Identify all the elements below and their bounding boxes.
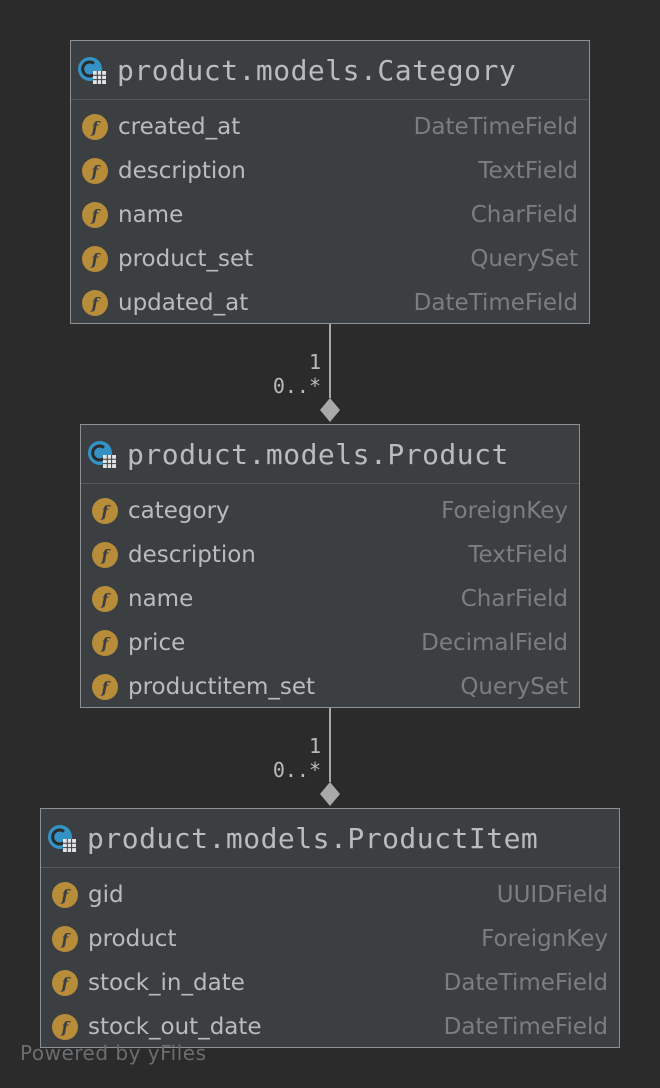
field-type: CharField	[470, 202, 578, 228]
field-icon: f	[52, 970, 78, 996]
field-icon: f	[82, 202, 108, 228]
field-name: updated_at	[118, 290, 249, 316]
field-name: created_at	[118, 114, 241, 140]
field-type: DateTimeField	[413, 114, 578, 140]
field-row[interactable]: f description TextField	[81, 533, 579, 577]
field-name: price	[128, 630, 186, 656]
field-icon: f	[92, 498, 118, 524]
field-icon: f	[92, 542, 118, 568]
multiplicity-label-one: 1	[308, 734, 321, 758]
field-icon: f	[92, 674, 118, 700]
class-node-productitem[interactable]: product.models.ProductItem f gid UUIDFie…	[40, 808, 620, 1048]
field-name: name	[118, 202, 184, 228]
field-type: DateTimeField	[443, 1014, 608, 1040]
field-icon: f	[82, 290, 108, 316]
class-header: product.models.Category	[71, 41, 589, 100]
field-row[interactable]: f product ForeignKey	[41, 917, 619, 961]
field-name: name	[128, 586, 194, 612]
field-type: QuerySet	[460, 674, 568, 700]
field-icon: f	[82, 246, 108, 272]
field-row[interactable]: f product_set QuerySet	[71, 237, 589, 281]
field-name: product	[88, 926, 177, 952]
class-node-category[interactable]: product.models.Category f created_at Dat…	[70, 40, 590, 324]
field-name: description	[128, 542, 256, 568]
field-icon: f	[52, 882, 78, 908]
field-name: stock_out_date	[88, 1014, 262, 1040]
field-icon: f	[82, 158, 108, 184]
multiplicity-label-many: 0..*	[272, 374, 321, 398]
django-model-class-icon	[78, 57, 106, 84]
field-icon: f	[82, 114, 108, 140]
field-type: TextField	[478, 158, 578, 184]
field-row[interactable]: f category ForeignKey	[81, 489, 579, 533]
field-row[interactable]: f description TextField	[71, 149, 589, 193]
django-model-class-icon	[48, 825, 76, 852]
multiplicity-label-many: 0..*	[272, 758, 321, 782]
field-row[interactable]: f price DecimalField	[81, 621, 579, 665]
field-type: DateTimeField	[443, 970, 608, 996]
field-row[interactable]: f gid UUIDField	[41, 873, 619, 917]
field-name: category	[128, 498, 230, 524]
class-name: product.models.Category	[117, 53, 517, 87]
field-type: QuerySet	[470, 246, 578, 272]
django-model-class-icon	[88, 441, 116, 468]
class-name: product.models.ProductItem	[87, 821, 539, 855]
field-row[interactable]: f productitem_set QuerySet	[81, 665, 579, 709]
class-name: product.models.Product	[127, 437, 509, 471]
field-type: ForeignKey	[481, 926, 608, 952]
field-icon: f	[92, 630, 118, 656]
field-icon: f	[52, 1014, 78, 1040]
relation-diamond-product-productitem	[320, 782, 340, 806]
class-node-product[interactable]: product.models.Product f category Foreig…	[80, 424, 580, 708]
field-row[interactable]: f name CharField	[71, 193, 589, 237]
relation-diamond-category-product	[320, 398, 340, 422]
field-type: TextField	[468, 542, 568, 568]
field-row[interactable]: f updated_at DateTimeField	[71, 281, 589, 325]
field-name: description	[118, 158, 246, 184]
field-type: CharField	[460, 586, 568, 612]
field-icon: f	[52, 926, 78, 952]
class-header: product.models.Product	[81, 425, 579, 484]
class-header: product.models.ProductItem	[41, 809, 619, 868]
field-row[interactable]: f stock_in_date DateTimeField	[41, 961, 619, 1005]
field-type: DateTimeField	[413, 290, 578, 316]
powered-by-footer: Powered by yFiles	[20, 1041, 207, 1065]
field-type: UUIDField	[496, 882, 608, 908]
field-icon: f	[92, 586, 118, 612]
multiplicity-label-one: 1	[308, 350, 321, 374]
field-row[interactable]: f name CharField	[81, 577, 579, 621]
field-type: ForeignKey	[441, 498, 568, 524]
field-type: DecimalField	[421, 630, 568, 656]
field-name: productitem_set	[128, 674, 316, 700]
field-row[interactable]: f created_at DateTimeField	[71, 105, 589, 149]
field-name: gid	[88, 882, 124, 908]
field-name: stock_in_date	[88, 970, 245, 996]
field-name: product_set	[118, 246, 254, 272]
